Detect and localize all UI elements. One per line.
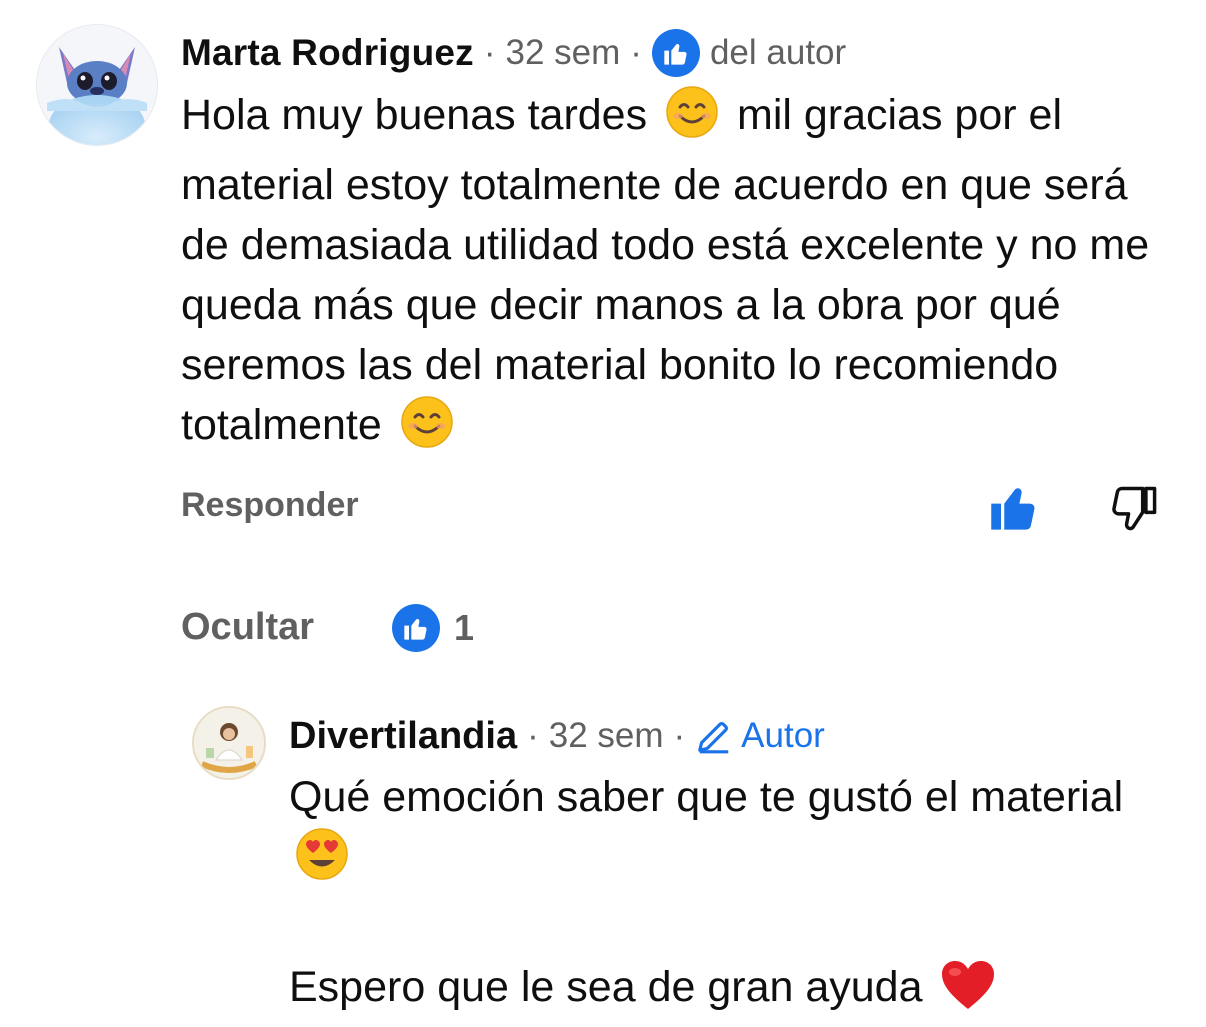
- heart-eyes-emoji-icon: [295, 827, 349, 897]
- avatar[interactable]: [192, 706, 266, 780]
- comment-header: Marta Rodriguez · 32 sem · del autor: [181, 28, 846, 78]
- stitch-avatar-image: [37, 25, 157, 145]
- thumbs-up-icon: [651, 29, 700, 77]
- reply-header: Divertilandia · 32 sem · Autor: [289, 710, 825, 762]
- reply-paragraph: Espero que le sea de gran ayuda: [289, 957, 1169, 1027]
- divertilandia-avatar-image: [194, 708, 264, 778]
- like-count-number: 1: [454, 607, 475, 648]
- comment-text-part: Hola muy buenas tardes: [181, 91, 648, 139]
- reply-text-part: Espero que le sea de gran ayuda: [289, 963, 923, 1011]
- reply-text-part: Qué emoción saber que te gustó el materi…: [289, 773, 1124, 821]
- thumbs-up-icon: [392, 604, 440, 652]
- comment-text: Hola muy buenas tardes mil gracias por e…: [181, 85, 1171, 465]
- reply-timestamp[interactable]: 32 sem: [549, 716, 664, 756]
- thumbs-up-icon: [991, 488, 1035, 530]
- separator-dot: ·: [483, 33, 496, 72]
- smiling-face-emoji-icon: [665, 85, 719, 155]
- like-button[interactable]: [988, 482, 1040, 534]
- creator-heart-badge: del autor: [651, 29, 847, 77]
- reply-text: Qué emoción saber que te gustó el materi…: [289, 767, 1169, 1027]
- separator-dot: ·: [527, 716, 539, 755]
- avatar[interactable]: [36, 24, 158, 146]
- author-badge-label: Autor: [741, 716, 825, 755]
- comment-author[interactable]: Marta Rodriguez: [181, 32, 474, 74]
- reply-paragraph: Qué emoción saber que te gustó el materi…: [289, 767, 1169, 897]
- author-badge: Autor: [695, 716, 825, 756]
- reply-button[interactable]: Responder: [181, 486, 359, 525]
- smiling-face-emoji-icon: [400, 395, 454, 465]
- heart-badge-label: del autor: [709, 33, 847, 72]
- hide-replies-button[interactable]: Ocultar: [181, 606, 314, 649]
- thumbs-down-icon: [1112, 486, 1157, 531]
- comment-timestamp[interactable]: 32 sem: [506, 33, 621, 73]
- reply-author[interactable]: Divertilandia: [289, 715, 517, 758]
- like-count: 1: [392, 604, 474, 652]
- separator-dot: ·: [630, 33, 642, 72]
- pencil-icon: [698, 722, 729, 754]
- separator-dot: ·: [673, 716, 686, 755]
- dislike-button[interactable]: [1108, 482, 1160, 534]
- red-heart-emoji-icon: [940, 959, 996, 1027]
